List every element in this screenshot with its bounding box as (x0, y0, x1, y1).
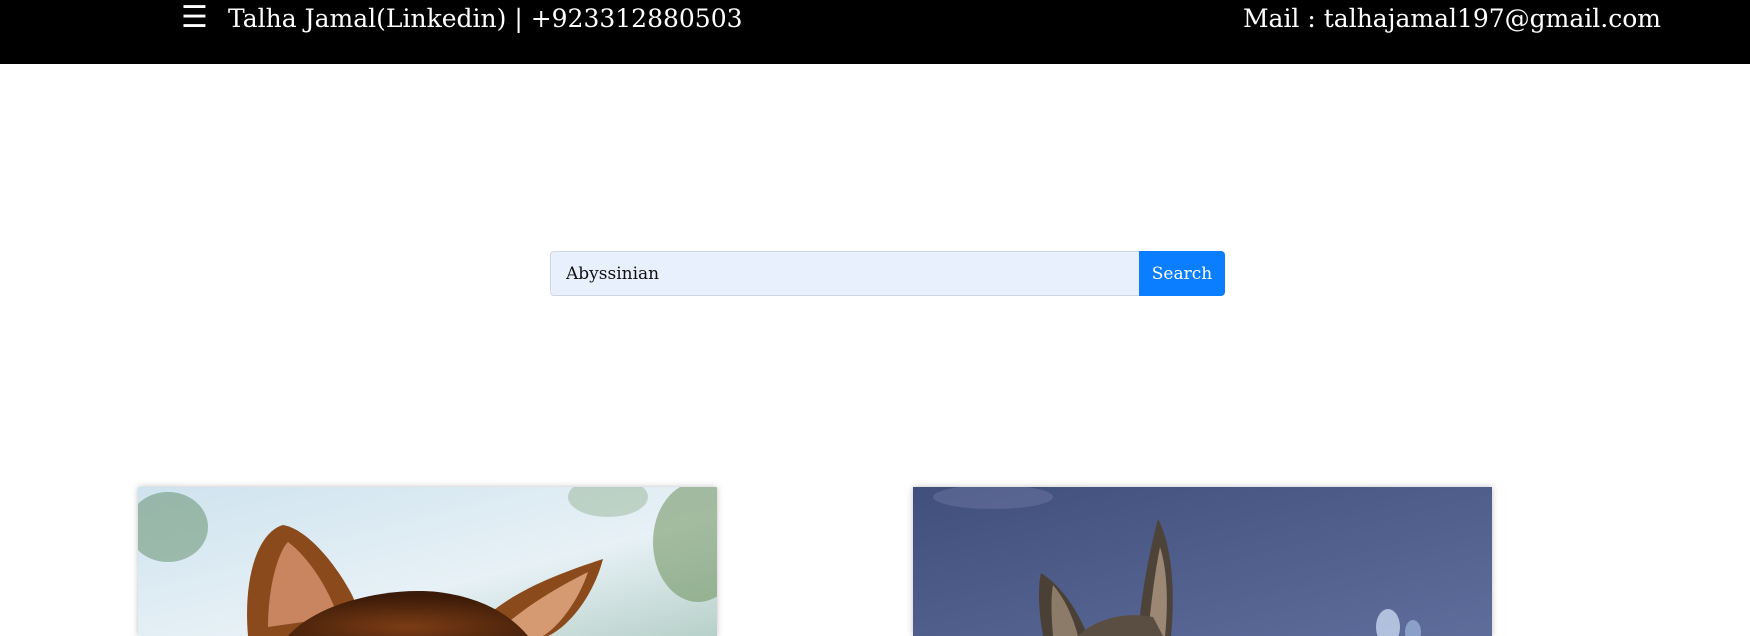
search-button[interactable]: Search (1139, 251, 1225, 296)
cat-photo-abyssinian-2 (913, 487, 1492, 636)
linkedin-link[interactable]: Talha Jamal(Linkedin) (228, 4, 506, 33)
contact-info: Talha Jamal(Linkedin) | +923312880503 (228, 0, 743, 38)
hamburger-menu-icon[interactable]: ☰ (181, 0, 208, 36)
cat-image-card[interactable] (913, 487, 1492, 636)
search-input[interactable] (550, 251, 1139, 296)
search-bar: Search (550, 251, 1225, 296)
contact-separator: | (506, 4, 531, 33)
cat-image-card[interactable] (138, 487, 717, 636)
mail-info: Mail : talhajamal197@gmail.com (1242, 4, 1661, 33)
top-bar: ☰ Talha Jamal(Linkedin) | +923312880503 … (0, 0, 1750, 64)
cat-photo-abyssinian-1 (138, 487, 717, 636)
phone-number: +923312880503 (530, 4, 743, 33)
